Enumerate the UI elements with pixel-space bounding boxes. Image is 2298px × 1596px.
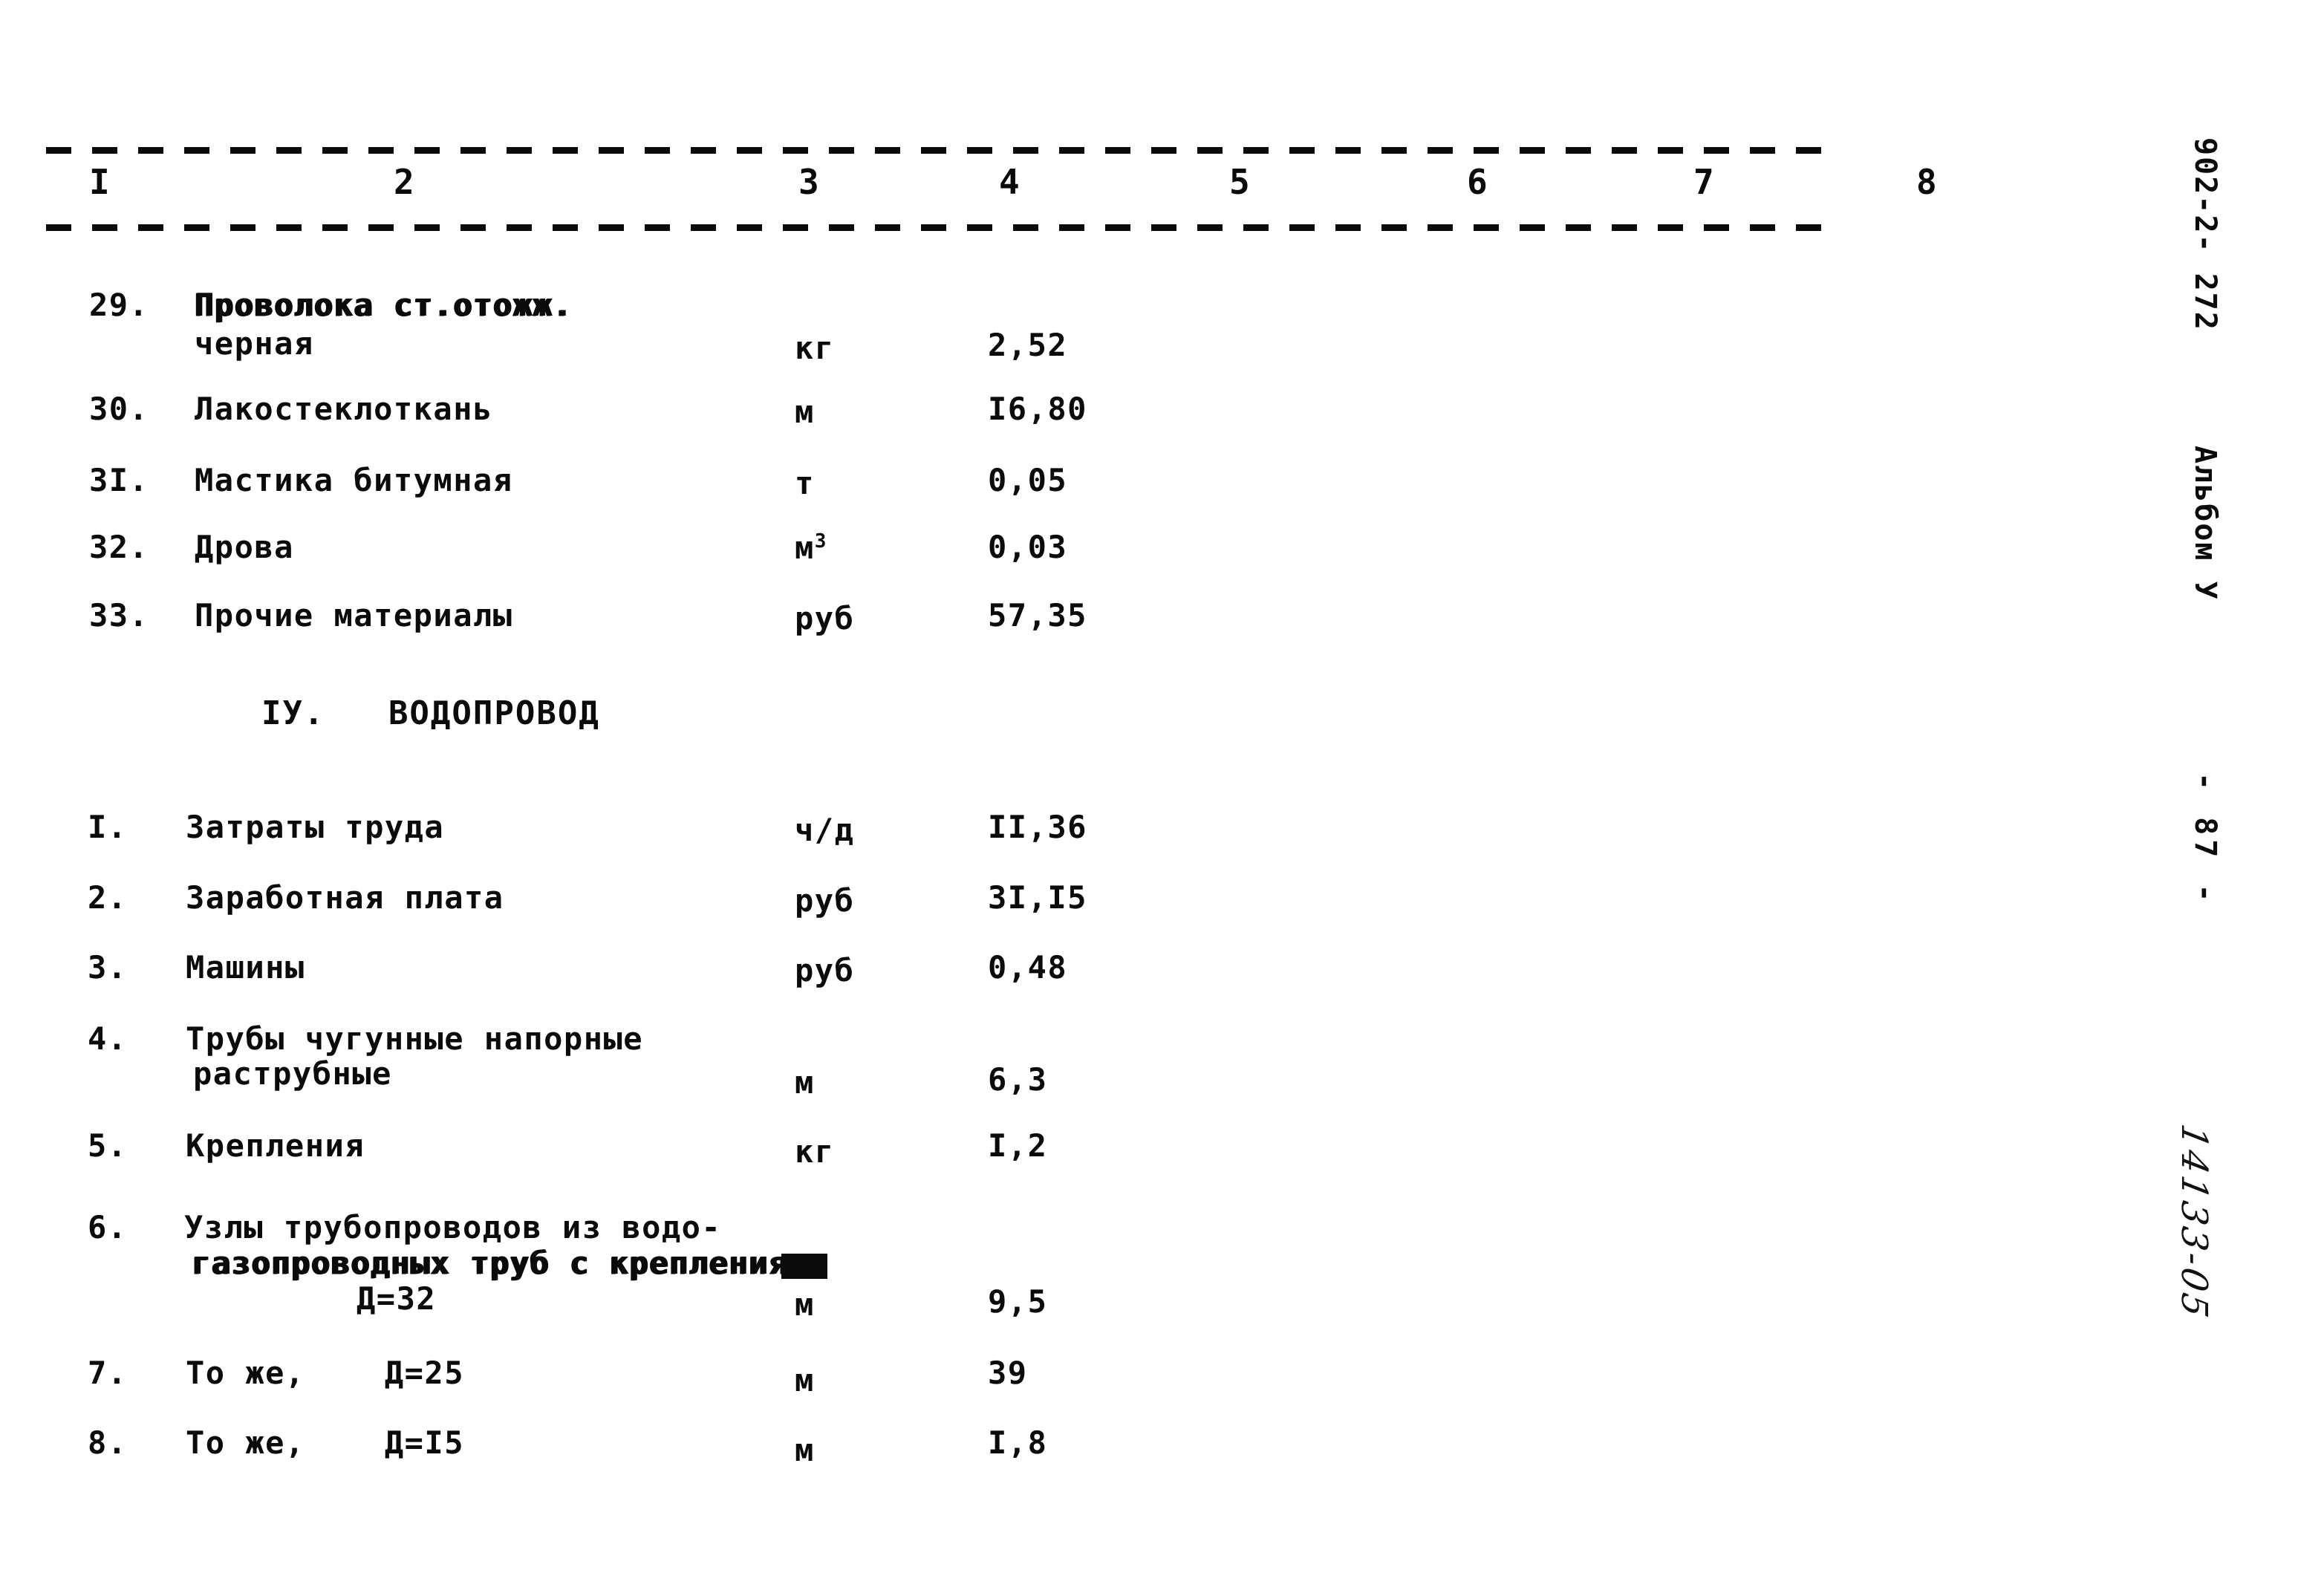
row-number: 7. (88, 1355, 128, 1391)
table-column-header-5: 5 (1229, 162, 1250, 202)
row-number: 5. (88, 1127, 128, 1164)
row-unit: ч/д (795, 812, 855, 848)
table-column-header-4: 4 (999, 162, 1020, 202)
row-unit: руб (795, 952, 855, 988)
table-column-header-8: 8 (1916, 162, 1937, 202)
row-item-name: То же, Д=25 (186, 1355, 465, 1391)
row-unit: м (795, 1362, 815, 1398)
row-item-name: Крепления (186, 1127, 365, 1164)
row-quantity: I,2 (988, 1127, 1048, 1164)
handwritten-archive-note: 14133-05 (2173, 1121, 2215, 1323)
row-number: 4. (88, 1020, 128, 1057)
row-item-name: Трубы чугунные напорные (186, 1020, 644, 1057)
row-item-name-continued: раструбные (193, 1055, 392, 1092)
table-column-header-3: 3 (798, 162, 819, 202)
row-unit: м (795, 1286, 815, 1323)
row-quantity: 0,48 (988, 949, 1068, 986)
row-number: 30. (89, 391, 149, 427)
row-quantity: 9,5 (988, 1283, 1048, 1320)
row-unit: т (795, 465, 815, 501)
unit-superscript: 3 (814, 530, 827, 553)
margin-page-number: - 87 - (2188, 772, 2222, 907)
row-item-name: Мастика битумная (195, 462, 513, 498)
row-unit: кг (795, 1133, 835, 1170)
row-quantity: 39 (988, 1355, 1028, 1391)
row-quantity: I,8 (988, 1424, 1048, 1461)
row-quantity: 2,52 (988, 327, 1068, 363)
row-number: 6. (88, 1209, 128, 1245)
row-number: I. (88, 809, 128, 845)
row-item-name: Заработная плата (186, 879, 504, 916)
row-number: 3I. (89, 462, 149, 498)
overtype-ink-blot (781, 1254, 827, 1279)
row-unit: руб (795, 882, 855, 919)
table-column-header-2: 2 (394, 162, 414, 202)
row-number: 2. (88, 879, 128, 916)
table-column-header-6: 6 (1467, 162, 1488, 202)
section-heading-vodoprovod: IУ. ВОДОПРОВОД (261, 694, 600, 732)
row-quantity: 0,03 (988, 529, 1068, 565)
row-quantity: 3I,I5 (988, 879, 1087, 916)
row-item-name: Прочие материалы (195, 597, 513, 633)
scanned-document-page: I 2 3 4 5 6 7 8 29. Проволока ст.отожж. черная кг 2… (0, 0, 2298, 1596)
margin-drawing-code: 902-2- 272 (2188, 137, 2222, 331)
row-unit: м (795, 1064, 815, 1101)
row-number: 8. (88, 1424, 128, 1461)
row-item-name: Узлы трубопроводов из водо- (184, 1209, 722, 1245)
margin-album-label: Альбом У (2188, 446, 2222, 601)
row-item-name: Машины (186, 949, 305, 986)
row-quantity: 57,35 (988, 597, 1087, 633)
row-number: 32. (89, 529, 149, 565)
row-unit: м3 (795, 530, 827, 566)
table-column-header-1: I (89, 162, 110, 202)
table-head-rule-top (46, 147, 1821, 154)
table-head-rule-bottom (46, 224, 1821, 231)
row-quantity: II,36 (988, 809, 1087, 845)
row-number: 29. (89, 287, 149, 323)
row-item-name: Проволока ст.отожж. (195, 287, 573, 323)
row-unit: кг (795, 330, 835, 366)
row-number: 3. (88, 949, 128, 986)
row-unit: руб (795, 600, 855, 636)
row-quantity: I6,80 (988, 391, 1087, 427)
table-column-header-7: 7 (1693, 162, 1714, 202)
row-number: 33. (89, 597, 149, 633)
row-item-name-continued: газопроводных труб с креплениями (192, 1245, 829, 1281)
row-item-name-continued: черная (195, 325, 314, 362)
row-quantity: 6,3 (988, 1061, 1048, 1098)
row-item-name: Затраты труда (186, 809, 445, 845)
row-item-name: Лакостеклоткань (195, 391, 493, 427)
row-quantity: 0,05 (988, 462, 1068, 498)
row-unit: м (795, 394, 815, 430)
row-item-name: То же, Д=I5 (186, 1424, 465, 1461)
row-item-name: Дрова (195, 529, 294, 565)
row-item-diameter: Д=32 (357, 1280, 437, 1317)
row-unit: м (795, 1432, 815, 1468)
